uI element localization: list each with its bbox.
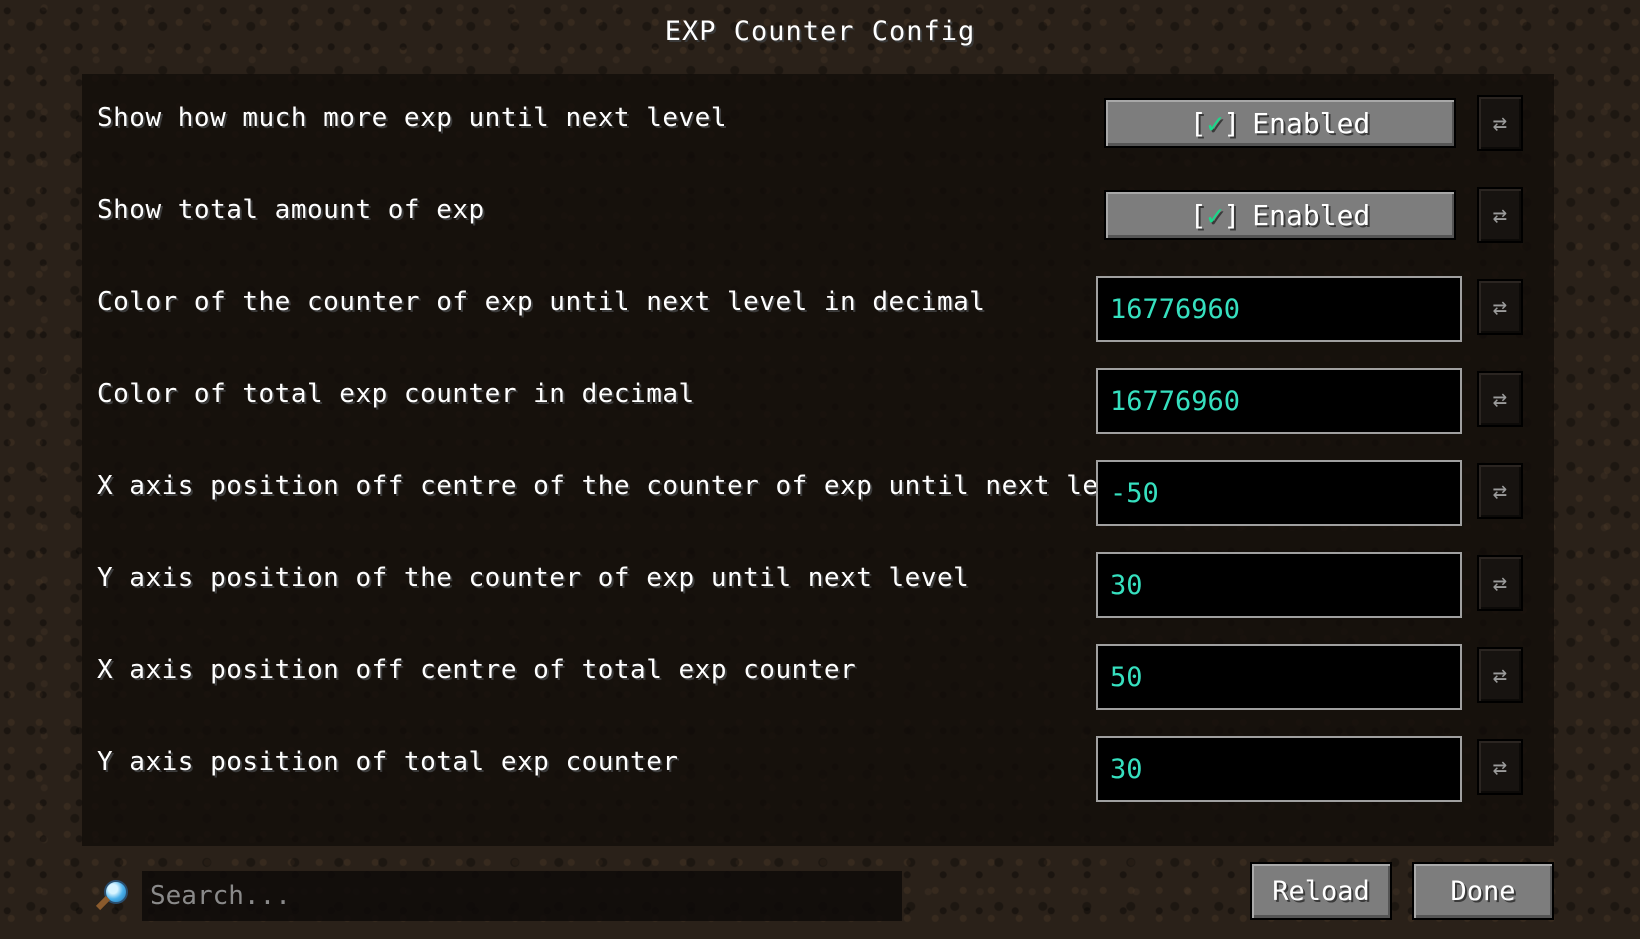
check-mark: ✓	[1206, 198, 1224, 232]
option-label: Show total amount of exp	[97, 195, 485, 225]
check-bracket-close: ]	[1223, 106, 1241, 140]
toggle-show-total-exp-button[interactable]: [✓] Enabled	[1104, 190, 1456, 240]
checkbox-check-icon: [✓]	[1190, 107, 1241, 140]
swap-arrows-icon: ⇄	[1492, 109, 1508, 137]
y-next-level-field[interactable]	[1096, 552, 1462, 618]
options-list: Show how much more exp until next level …	[82, 74, 1554, 846]
color-total-field[interactable]	[1096, 368, 1462, 434]
search-bar	[92, 870, 902, 922]
reload-button[interactable]: Reload	[1250, 862, 1392, 920]
reset-color-total-button[interactable]: ⇄	[1477, 371, 1523, 427]
y-total-field[interactable]	[1096, 736, 1462, 802]
option-label: Show how much more exp until next level	[97, 103, 727, 133]
magnifier-handle	[95, 895, 111, 911]
option-row-y-total: Y axis position of total exp counter ⇄	[82, 718, 1554, 814]
reset-y-total-button[interactable]: ⇄	[1477, 739, 1523, 795]
option-row-x-next-level: X axis position off centre of the counte…	[82, 442, 1554, 538]
checkbox-check-icon: [✓]	[1190, 199, 1241, 232]
swap-arrows-icon: ⇄	[1492, 477, 1508, 505]
search-input[interactable]	[142, 871, 902, 921]
swap-arrows-icon: ⇄	[1492, 753, 1508, 781]
check-bracket-open: [	[1189, 106, 1207, 140]
swap-arrows-icon: ⇄	[1492, 569, 1508, 597]
option-row-x-total: X axis position off centre of total exp …	[82, 626, 1554, 722]
option-label: Y axis position of the counter of exp un…	[97, 563, 970, 593]
x-next-level-field[interactable]	[1096, 460, 1462, 526]
swap-arrows-icon: ⇄	[1492, 385, 1508, 413]
toggle-value: Enabled	[1252, 198, 1371, 232]
check-bracket-close: ]	[1223, 198, 1241, 232]
option-row-color-total: Color of total exp counter in decimal ⇄	[82, 350, 1554, 446]
reset-show-exp-until-next-level-button[interactable]: ⇄	[1477, 95, 1523, 151]
option-row-color-next-level: Color of the counter of exp until next l…	[82, 258, 1554, 354]
option-label: X axis position off centre of total exp …	[97, 655, 857, 685]
option-label: X axis position off centre of the counte…	[97, 471, 1147, 501]
toggle-show-exp-until-next-level-button[interactable]: [✓] Enabled	[1104, 98, 1456, 148]
screen-title: EXP Counter Config	[664, 16, 976, 47]
color-next-level-field[interactable]	[1096, 276, 1462, 342]
check-bracket-open: [	[1189, 198, 1207, 232]
toggle-value: Enabled	[1252, 106, 1371, 140]
magnifying-glass-icon	[92, 876, 132, 916]
option-label: Y axis position of total exp counter	[97, 747, 679, 777]
check-mark: ✓	[1206, 106, 1224, 140]
swap-arrows-icon: ⇄	[1492, 293, 1508, 321]
option-label: Color of total exp counter in decimal	[97, 379, 695, 409]
done-button[interactable]: Done	[1412, 862, 1554, 920]
reset-x-total-button[interactable]: ⇄	[1477, 647, 1523, 703]
reset-show-total-exp-button[interactable]: ⇄	[1477, 187, 1523, 243]
x-total-field[interactable]	[1096, 644, 1462, 710]
option-row-y-next-level: Y axis position of the counter of exp un…	[82, 534, 1554, 630]
reset-y-next-level-button[interactable]: ⇄	[1477, 555, 1523, 611]
option-row-show-exp-until-next-level: Show how much more exp until next level …	[82, 74, 1554, 170]
swap-arrows-icon: ⇄	[1492, 661, 1508, 689]
option-label: Color of the counter of exp until next l…	[97, 287, 986, 317]
reset-x-next-level-button[interactable]: ⇄	[1477, 463, 1523, 519]
option-row-show-total-exp: Show total amount of exp [✓] Enabled ⇄	[82, 166, 1554, 262]
swap-arrows-icon: ⇄	[1492, 201, 1508, 229]
reset-color-next-level-button[interactable]: ⇄	[1477, 279, 1523, 335]
